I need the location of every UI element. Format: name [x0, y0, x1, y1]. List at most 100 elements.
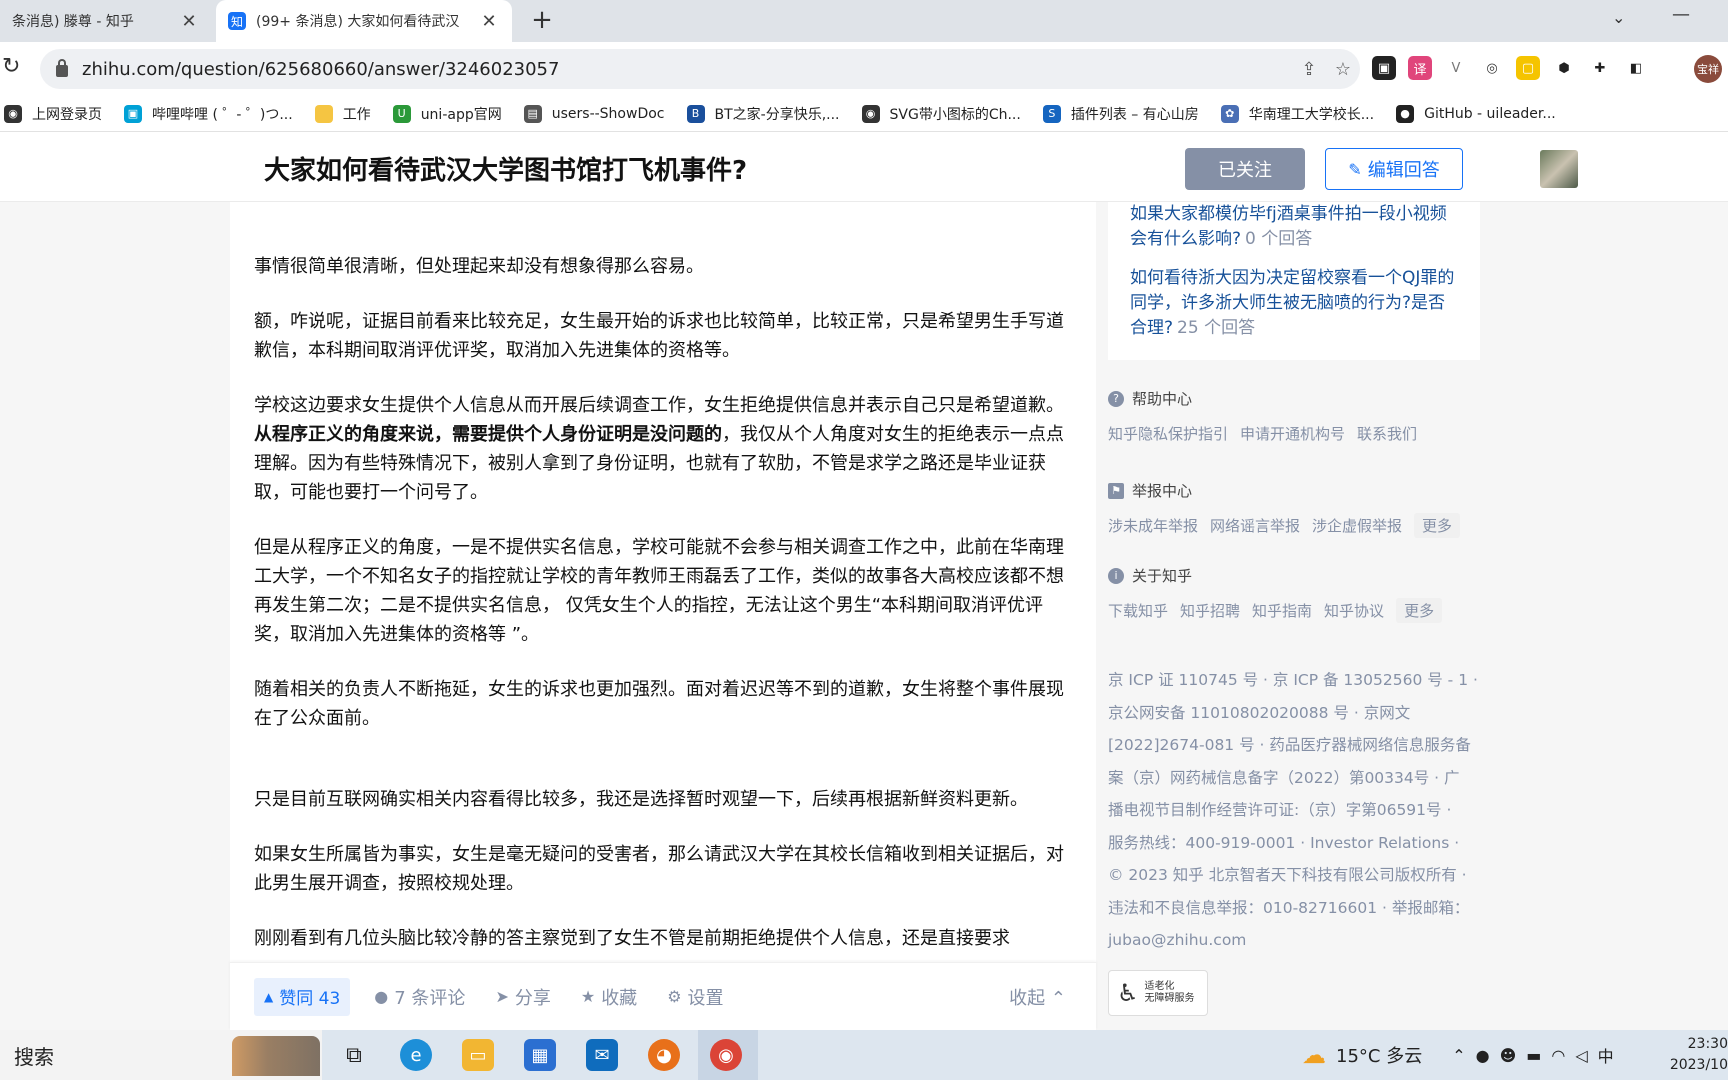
- wifi-icon[interactable]: ◠: [1551, 1046, 1565, 1065]
- favorite-button[interactable]: ★ 收藏: [581, 984, 637, 1010]
- agreement-link[interactable]: 知乎协议: [1324, 600, 1384, 621]
- footer-line: 案（京）网药械信息备字（2022）第00334号 · 广: [1108, 768, 1460, 787]
- new-tab-button[interactable]: +: [528, 6, 556, 36]
- bookmark-star-icon[interactable]: ☆: [1326, 59, 1360, 80]
- firefox-icon[interactable]: ◕: [648, 1039, 680, 1071]
- minimize-icon[interactable]: —: [1672, 4, 1690, 25]
- chrome-icon[interactable]: ◉: [710, 1039, 742, 1071]
- search-highlight-image: [232, 1036, 320, 1076]
- store-icon[interactable]: ▦: [524, 1039, 556, 1071]
- about-title: 关于知乎: [1132, 567, 1193, 585]
- star-icon: ★: [580, 987, 596, 1006]
- footer-line[interactable]: 播电视节目制作经营许可证:（京）字第06591号 ·: [1108, 794, 1480, 827]
- bookmark-label: GitHub - uileader...: [1424, 105, 1556, 122]
- answer-paragraph: 但是从程序正义的角度，一是不提供实名信息，学校可能就不会参与相关调查工作之中，此…: [254, 537, 1064, 645]
- edit-answer-button[interactable]: ✎ 编辑回答: [1325, 148, 1463, 190]
- bookmark-item[interactable]: ◉ SVG带小图标的Ch...: [861, 104, 1021, 124]
- battery-icon[interactable]: ▬: [1526, 1046, 1541, 1065]
- answer-paragraph: 只是目前互联网确实相关内容看得比较多，我还是选择暂时观望一下，后续再根据新鲜资料…: [254, 789, 1028, 810]
- answer-count: 0 个回答: [1245, 229, 1313, 249]
- file-explorer-icon[interactable]: ▭: [462, 1039, 494, 1071]
- tab-inactive[interactable]: 条消息) 滕尊 - 知乎 ✕: [0, 0, 212, 42]
- zhihu-favicon-icon: 知: [228, 12, 246, 30]
- more-button[interactable]: 更多: [1396, 598, 1443, 623]
- task-view-icon[interactable]: ⧉: [338, 1039, 370, 1071]
- followed-button[interactable]: 已关注: [1185, 148, 1305, 190]
- edge-icon[interactable]: e: [400, 1039, 432, 1071]
- windows-taskbar: 搜索 ⧉ e ▭ ▦ ✉ ◕ ◉ ☁ 15°C 多云 ⌃ ● ☻ ▬ ◠ ◁ 中…: [0, 1030, 1728, 1080]
- settings-button[interactable]: ⚙ 设置: [667, 984, 723, 1010]
- bookmark-item[interactable]: B BT之家-分享快乐,...: [686, 104, 840, 124]
- reload-icon[interactable]: ↻: [2, 54, 20, 79]
- footer-line[interactable]: [2022]2674-081 号 · 药品医疗器械网络信息服务备: [1108, 729, 1480, 762]
- bookmark-item[interactable]: ◉ 上网登录页: [4, 104, 102, 124]
- lock-icon[interactable]: [56, 59, 68, 77]
- clock[interactable]: 23:30 2023/10: [1666, 1034, 1728, 1076]
- bookmark-item[interactable]: ✿ 华南理工大学校长...: [1220, 104, 1374, 124]
- answer-paragraph: 额，咋说呢，证据目前看来比较充足，女生最开始的诉求也比较简单，比较正常，只是希望…: [254, 311, 1064, 361]
- download-link[interactable]: 下载知乎: [1108, 600, 1168, 621]
- bookmark-item[interactable]: ● GitHub - uileader...: [1396, 104, 1556, 123]
- side-panel-icon[interactable]: ◧: [1624, 56, 1648, 80]
- tab-active[interactable]: 知 (99+ 条消息) 大家如何看待武汉 ✕: [216, 0, 512, 42]
- weather-text[interactable]: 15°C 多云: [1336, 1042, 1422, 1068]
- guide-link[interactable]: 知乎指南: [1252, 600, 1312, 621]
- tab-close-icon[interactable]: ✕: [178, 11, 200, 32]
- bookmark-item[interactable]: ▣ 哔哩哔哩 ( ゜- ゜)つ...: [124, 104, 293, 124]
- minor-report-link[interactable]: 涉未成年举报: [1108, 515, 1198, 536]
- privacy-guide-link[interactable]: 知乎隐私保护指引: [1108, 423, 1228, 444]
- about-links: 下载知乎 知乎招聘 知乎指南 知乎协议 更多: [1108, 598, 1508, 623]
- bookmark-label: 哔哩哔哩 ( ゜- ゜)つ...: [152, 106, 293, 123]
- flag-icon: ⚑: [1108, 482, 1124, 499]
- footer-line[interactable]: jubao@zhihu.com: [1108, 924, 1480, 957]
- org-account-link[interactable]: 申请开通机构号: [1240, 423, 1345, 444]
- bookmark-item[interactable]: S 插件列表 – 有心山房: [1042, 104, 1199, 124]
- elder-service-text: 适老化 无障碍服务: [1145, 981, 1195, 1005]
- footer-line[interactable]: 服务热线：400-919-0001 · Investor Relations ·: [1108, 827, 1480, 860]
- url-text[interactable]: zhihu.com/question/625680660/answer/3246…: [82, 59, 1292, 80]
- tab-search-chevron-icon[interactable]: ⌄: [1612, 8, 1625, 27]
- translate-extension-icon[interactable]: 译: [1408, 56, 1432, 80]
- microphone-icon[interactable]: ●: [1476, 1046, 1490, 1065]
- bookmark-item[interactable]: ▤ users--ShowDoc: [523, 104, 665, 123]
- extensions-row: ▣ 译 V ◎ ▢ ⬢ ✚ ◧: [1372, 56, 1648, 80]
- share-icon[interactable]: ⇪: [1292, 59, 1326, 80]
- rumor-report-link[interactable]: 网络谣言举报: [1210, 515, 1300, 536]
- collapse-label: 收起: [1009, 987, 1046, 1009]
- profile-avatar[interactable]: 宝祥: [1694, 55, 1722, 83]
- question-title[interactable]: 大家如何看待武汉大学图书馆打飞机事件?: [264, 150, 747, 187]
- fraud-report-link[interactable]: 涉企虚假举报: [1312, 515, 1402, 536]
- mail-icon[interactable]: ✉: [586, 1039, 618, 1071]
- collapse-button[interactable]: 收起 ⌃: [1009, 984, 1066, 1010]
- related-question[interactable]: 如果大家都模仿毕fj酒桌事件拍一段小视频会有什么影响? 0 个回答: [1130, 202, 1458, 252]
- related-question[interactable]: 如何看待浙大因为决定留校察看一个QJ罪的同学，许多浙大师生被无脑喷的行为?是否合…: [1130, 266, 1458, 341]
- related-questions-card: 如果大家都模仿毕fj酒桌事件拍一段小视频会有什么影响? 0 个回答 如何看待浙大因…: [1108, 202, 1480, 360]
- qq-icon[interactable]: ☻: [1500, 1046, 1517, 1065]
- elder-service-badge[interactable]: ♿ 适老化 无障碍服务: [1108, 970, 1208, 1016]
- bookmark-item[interactable]: Uuni-app官网: [392, 104, 502, 124]
- footer-line[interactable]: 京 ICP 证 110745 号 · 京 ICP 备 13052560 号 - …: [1108, 664, 1480, 697]
- extension-icon[interactable]: ▢: [1516, 56, 1540, 80]
- address-bar[interactable]: zhihu.com/question/625680660/answer/3246…: [40, 49, 1360, 89]
- comments-button[interactable]: ● 7 条评论: [374, 984, 465, 1010]
- user-avatar[interactable]: [1540, 150, 1578, 188]
- bookmark-folder[interactable]: 工作: [314, 104, 371, 124]
- jobs-link[interactable]: 知乎招聘: [1180, 600, 1240, 621]
- chevron-up-icon[interactable]: ⌃: [1452, 1046, 1465, 1065]
- footer-line[interactable]: 京公网安备 11010802020088 号 · 京网文: [1108, 697, 1480, 730]
- contact-us-link[interactable]: 联系我们: [1357, 423, 1417, 444]
- share-button[interactable]: ➤ 分享: [495, 984, 550, 1010]
- globe-icon: ◉: [4, 104, 22, 123]
- extension-icon[interactable]: ▣: [1372, 56, 1396, 80]
- more-button[interactable]: 更多: [1414, 513, 1461, 538]
- vue-devtools-icon[interactable]: V: [1444, 56, 1468, 80]
- footer-line[interactable]: 违法和不良信息举报：010-82716601 · 举报邮箱：: [1108, 892, 1480, 925]
- ime-indicator[interactable]: 中: [1598, 1043, 1614, 1067]
- extension-icon[interactable]: ◎: [1480, 56, 1504, 80]
- upvote-button[interactable]: ▲ 赞同 43: [254, 977, 351, 1016]
- tab-close-icon[interactable]: ✕: [478, 11, 500, 32]
- volume-icon[interactable]: ◁: [1575, 1046, 1587, 1065]
- about-section: i 关于知乎 下载知乎 知乎招聘 知乎指南 知乎协议 更多: [1108, 565, 1508, 623]
- extension-cube-icon[interactable]: ⬢: [1552, 56, 1576, 80]
- extensions-puzzle-icon[interactable]: ✚: [1588, 56, 1612, 80]
